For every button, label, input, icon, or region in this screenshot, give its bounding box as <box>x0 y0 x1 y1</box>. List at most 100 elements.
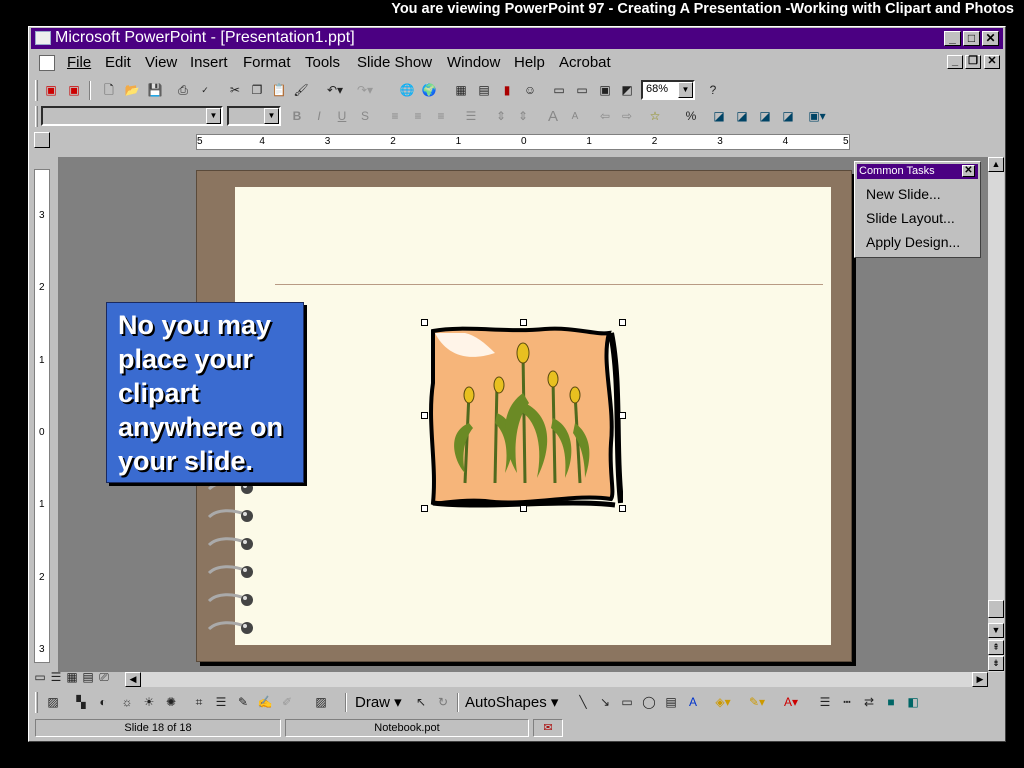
resize-handle[interactable] <box>421 505 428 512</box>
fill-color-icon[interactable]: ◈▾ <box>713 693 733 712</box>
resize-handle[interactable] <box>619 412 626 419</box>
format-painter-icon[interactable]: 🖌 <box>291 81 311 100</box>
insert-chart-icon[interactable]: ▮ <box>497 81 517 100</box>
oval-tool-icon[interactable]: ◯ <box>639 693 659 712</box>
menu-acrobat[interactable]: Acrobat <box>559 54 611 71</box>
contrast-icon[interactable]: ◐ <box>93 693 113 712</box>
zoom-combo[interactable]: 68% ▼ <box>641 80 695 100</box>
set-transparent-icon[interactable]: ✐ <box>277 693 297 712</box>
copy-icon[interactable]: ❐ <box>247 81 267 100</box>
decrease-font-icon[interactable]: A <box>565 107 585 126</box>
outline-view-icon[interactable]: ☰ <box>49 670 63 684</box>
less-brightness-icon[interactable]: ✺ <box>161 693 181 712</box>
text-box-icon[interactable]: ▤ <box>661 693 681 712</box>
autoshapes-menu-button[interactable]: AutoShapes ▾ <box>465 693 558 711</box>
app-icon[interactable] <box>35 31 51 45</box>
arrow-tool-icon[interactable]: ↘ <box>595 693 615 712</box>
menu-format[interactable]: Format <box>243 54 291 71</box>
more-brightness-icon[interactable]: ☀ <box>139 693 159 712</box>
new-slide-button[interactable]: New Slide... <box>866 186 941 202</box>
resize-handle[interactable] <box>619 319 626 326</box>
slide-layout-icon[interactable]: ▭ <box>572 81 592 100</box>
chevron-down-icon[interactable]: ▼ <box>206 108 221 124</box>
previous-slide-button[interactable]: ⇞ <box>988 640 1004 655</box>
web-toolbar-icon[interactable]: 🌍 <box>419 81 439 100</box>
font-combo[interactable]: ▼ <box>41 106 223 126</box>
maximize-button[interactable]: □ <box>963 31 980 46</box>
increase-spacing-icon[interactable]: ⇕ <box>491 107 511 126</box>
menu-insert[interactable]: Insert <box>190 54 228 71</box>
bold-icon[interactable]: B <box>287 107 307 126</box>
slide-show-icon[interactable]: ⎚ <box>97 670 111 684</box>
shadow-style-icon[interactable]: ■ <box>881 693 901 712</box>
line-style-icon[interactable]: ☰ <box>211 693 231 712</box>
doc-close-button[interactable]: ✕ <box>984 55 1000 69</box>
corn-clipart[interactable] <box>421 319 626 512</box>
font-size-combo[interactable]: ▼ <box>227 106 281 126</box>
draw-menu-button[interactable]: Draw ▾ <box>355 693 402 711</box>
align-left-icon[interactable]: ≡ <box>385 107 405 126</box>
open-folder-icon[interactable]: 📂 <box>122 81 142 100</box>
reset-picture-icon[interactable]: ▨ <box>311 693 331 712</box>
black-white-view-icon[interactable]: ◩ <box>617 81 637 100</box>
close-icon[interactable]: ✕ <box>962 165 975 177</box>
next-slide-button[interactable]: ⇟ <box>988 656 1004 671</box>
insert-excel-icon[interactable]: ▤ <box>474 81 494 100</box>
new-slide-icon[interactable]: ▭ <box>549 81 569 100</box>
pdf-icon[interactable]: ▣ <box>41 81 61 100</box>
office-assistant-icon[interactable]: ? <box>703 81 723 100</box>
recolor-icon[interactable]: % <box>681 107 701 126</box>
undo-icon[interactable]: ↶▾ <box>325 81 345 100</box>
line-tool-icon[interactable]: ╲ <box>573 693 593 712</box>
resize-handle[interactable] <box>520 319 527 326</box>
promote-icon[interactable]: ⇦ <box>595 107 615 126</box>
insert-picture-icon[interactable]: ▨ <box>43 693 63 712</box>
scroll-right-button[interactable]: ▶ <box>972 672 988 687</box>
menu-file[interactable]: File <box>67 54 91 71</box>
chevron-down-icon[interactable]: ▼ <box>678 82 693 98</box>
apply-design-icon[interactable]: ▣ <box>595 81 615 100</box>
minimize-button[interactable]: _ <box>944 31 961 46</box>
chevron-down-icon[interactable]: ▼ <box>264 108 279 124</box>
wordart-icon[interactable]: A <box>683 693 703 712</box>
image-color-icon[interactable]: ▚ <box>71 693 91 712</box>
apply-design-button[interactable]: Apply Design... <box>866 234 960 250</box>
line-weight-icon[interactable]: ☰ <box>815 693 835 712</box>
arrow-style-icon[interactable]: ⇄ <box>859 693 879 712</box>
insert-hyperlink-icon[interactable]: 🌐 <box>397 81 417 100</box>
send-backward-icon[interactable]: ◪ <box>732 107 752 126</box>
slide-sorter-icon[interactable]: ▦ <box>65 670 79 684</box>
doc-restore-button[interactable]: ❐ <box>965 55 981 69</box>
underline-icon[interactable]: U <box>332 107 352 126</box>
close-button[interactable]: ✕ <box>982 31 999 46</box>
format-picture-icon[interactable]: ✍ <box>255 693 275 712</box>
ungroup-icon[interactable]: ◪ <box>778 107 798 126</box>
menu-help[interactable]: Help <box>514 54 545 71</box>
scroll-up-button[interactable]: ▲ <box>988 157 1004 172</box>
notes-page-icon[interactable]: ▤ <box>81 670 95 684</box>
rectangle-tool-icon[interactable]: ▭ <box>617 693 637 712</box>
bring-forward-icon[interactable]: ◪ <box>709 107 729 126</box>
increase-font-icon[interactable]: A <box>543 107 563 126</box>
slide-layout-button[interactable]: Slide Layout... <box>866 210 955 226</box>
spelling-icon[interactable]: ✓ <box>195 81 215 100</box>
bullets-icon[interactable]: ☰ <box>461 107 481 126</box>
save-icon[interactable]: 💾 <box>145 81 165 100</box>
normal-view-icon[interactable]: ▭ <box>33 670 47 684</box>
align-right-icon[interactable]: ≡ <box>431 107 451 126</box>
group-icon[interactable]: ◪ <box>755 107 775 126</box>
menu-tools[interactable]: Tools <box>305 54 340 71</box>
demote-icon[interactable]: ⇨ <box>617 107 637 126</box>
doc-minimize-button[interactable]: _ <box>947 55 963 69</box>
redo-icon[interactable]: ↷▾ <box>355 81 375 100</box>
insert-clipart-icon[interactable]: ☺ <box>520 81 540 100</box>
menu-view[interactable]: View <box>145 54 177 71</box>
resize-handle[interactable] <box>619 505 626 512</box>
print-icon[interactable]: ⎙ <box>173 81 193 100</box>
menu-window[interactable]: Window <box>447 54 500 71</box>
shadow-icon[interactable]: S <box>355 107 375 126</box>
insert-word-table-icon[interactable]: ▦ <box>451 81 471 100</box>
menu-slide-show[interactable]: Slide Show <box>357 54 432 71</box>
animation-effects-icon[interactable]: ☆ <box>645 107 665 126</box>
fill-color-icon[interactable]: ▣▾ <box>807 107 827 126</box>
